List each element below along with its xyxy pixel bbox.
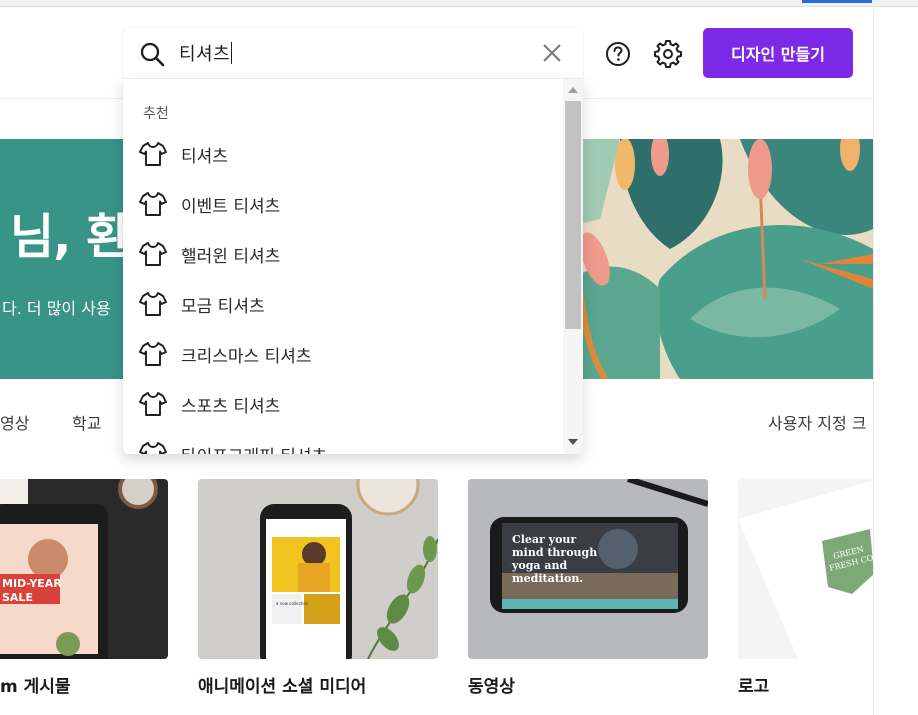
browser-tab-indicator [802, 0, 872, 3]
tshirt-icon [139, 342, 167, 366]
scroll-up-arrow-icon[interactable] [568, 87, 578, 93]
template-card-animated-social[interactable]: a new collection [198, 479, 438, 659]
text-caret [231, 42, 233, 64]
video-thumbnail: Clear your mind through yoga and meditat… [468, 479, 708, 659]
search-query: 티셔츠 [179, 44, 231, 65]
suggestion-item[interactable]: 크리스마스 티셔츠 [123, 329, 563, 379]
suggestion-label: 이벤트 티셔츠 [181, 196, 281, 217]
browser-top-strip [0, 0, 918, 7]
card-video-line-1: Clear your [512, 533, 576, 546]
tshirt-icon [139, 442, 167, 454]
dropdown-scrollbar[interactable] [563, 79, 583, 454]
tshirt-icon [139, 292, 167, 316]
card-phone-text: a new collection [276, 601, 309, 606]
banner-greeting: 님, 환 [10, 209, 130, 265]
search-suggestions: 추천 티셔츠이벤트 티셔츠핼러윈 티셔츠모금 티셔츠크리스마스 티셔츠스포츠 티… [123, 78, 583, 454]
banner-illustration [560, 139, 873, 379]
tshirt-icon [139, 392, 167, 416]
suggestion-item[interactable]: 모금 티셔츠 [123, 279, 563, 329]
card-title-video: 동영상 [468, 677, 515, 697]
card-title-animated-social: 애니메이션 소셜 미디어 [198, 677, 367, 697]
suggestion-list: 티셔츠이벤트 티셔츠핼러윈 티셔츠모금 티셔츠크리스마스 티셔츠스포츠 티셔츠타… [123, 129, 563, 454]
suggestion-item[interactable]: 이벤트 티셔츠 [123, 179, 563, 229]
page-right-margin [873, 7, 918, 715]
tab-video[interactable]: 영상 [0, 410, 29, 434]
card-sale-line-2: SALE [2, 591, 33, 604]
tshirt-icon [139, 242, 167, 266]
card-video-line-3: yoga and [511, 559, 568, 572]
animated-social-thumbnail: a new collection [198, 479, 438, 659]
suggestion-label: 타이포그래피 티셔츠 [181, 442, 327, 455]
card-title-logo: 로고 [738, 677, 770, 697]
gear-icon[interactable] [654, 40, 682, 68]
template-card-instagram[interactable]: MID-YEAR SALE [0, 479, 168, 659]
card-video-line-2: mind through [512, 546, 597, 559]
search-box[interactable]: 티셔츠 [123, 28, 583, 78]
card-video-line-4: meditation. [512, 572, 583, 585]
suggestion-item[interactable]: 타이포그래피 티셔츠 [123, 429, 563, 454]
scroll-thumb[interactable] [565, 101, 581, 329]
search-icon [140, 42, 165, 67]
help-icon[interactable] [604, 40, 632, 68]
suggestion-item[interactable]: 티셔츠 [123, 129, 563, 179]
suggestion-item[interactable]: 핼러윈 티셔츠 [123, 229, 563, 279]
scroll-down-arrow-icon[interactable] [568, 439, 578, 445]
search-input[interactable]: 티셔츠 [179, 40, 233, 66]
logo-thumbnail: GREEN FRESH CO. [738, 479, 878, 659]
tshirt-icon [139, 192, 167, 216]
card-sale-line-1: MID-YEAR [2, 577, 62, 590]
tshirt-icon [139, 142, 167, 166]
template-card-logo[interactable]: GREEN FRESH CO. [738, 479, 878, 659]
suggestion-label: 스포츠 티셔츠 [181, 396, 281, 417]
suggestion-section-label: 추천 [143, 106, 169, 122]
suggestion-label: 핼러윈 티셔츠 [181, 246, 281, 267]
template-card-video[interactable]: Clear your mind through yoga and meditat… [468, 479, 708, 659]
suggestion-label: 크리스마스 티셔츠 [181, 346, 312, 367]
card-title-instagram: m 게시물 [0, 677, 71, 697]
canva-home: 님, 환 다. 더 많이 사용 디자인 만들기 영상 학교 사용자 지정 크 M… [0, 0, 918, 715]
create-design-button[interactable]: 디자인 만들기 [703, 28, 853, 78]
close-icon[interactable] [541, 42, 563, 64]
tab-school[interactable]: 학교 [72, 410, 101, 434]
suggestion-label: 티셔츠 [181, 146, 228, 167]
instagram-post-thumbnail: MID-YEAR SALE [0, 479, 168, 659]
suggestion-item[interactable]: 스포츠 티셔츠 [123, 379, 563, 429]
suggestion-label: 모금 티셔츠 [181, 296, 265, 317]
banner-subtitle: 다. 더 많이 사용 [2, 299, 111, 318]
tab-custom-size[interactable]: 사용자 지정 크 [768, 410, 867, 434]
